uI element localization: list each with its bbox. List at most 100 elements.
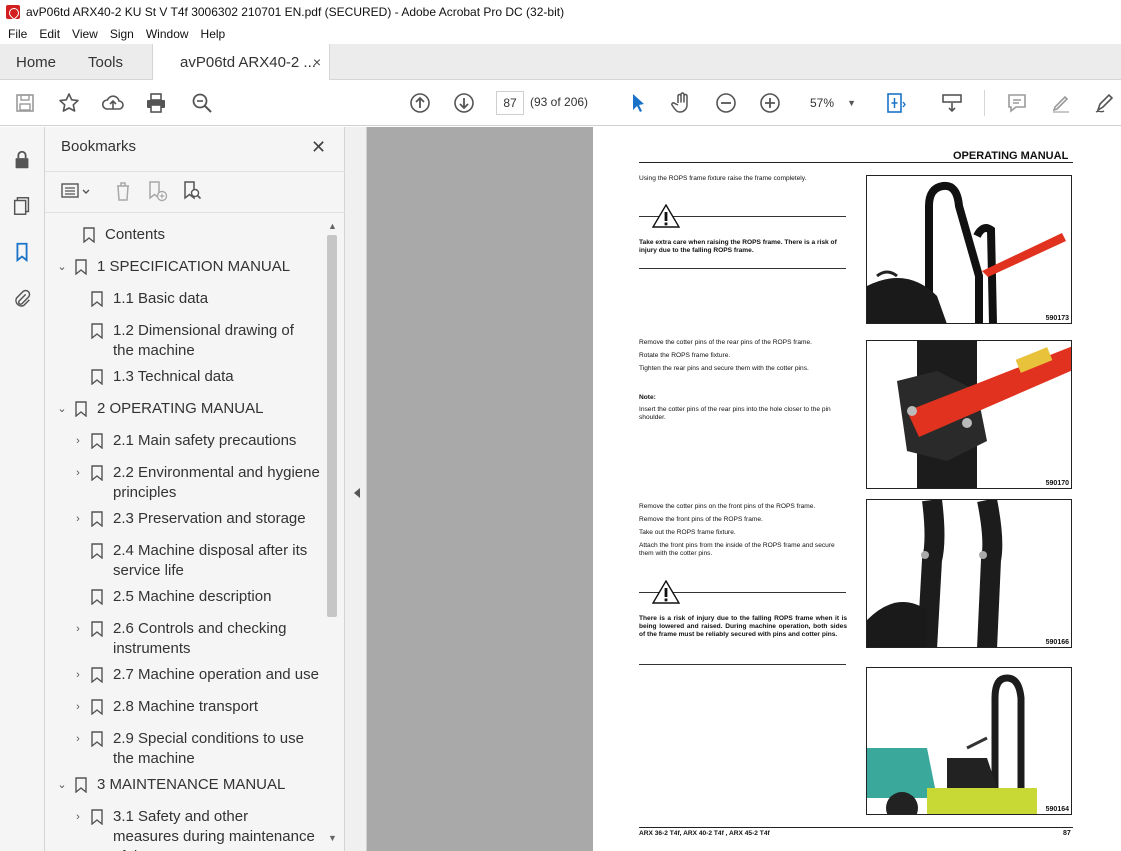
close-icon[interactable]: ✕ xyxy=(311,137,326,158)
bookmark-safety-maintenance[interactable]: › 3.1 Safety and other measures during m… xyxy=(71,807,318,851)
save-icon[interactable] xyxy=(13,91,37,115)
bookmark-contents[interactable]: Contents xyxy=(63,225,315,245)
menu-window[interactable]: Window xyxy=(140,27,195,41)
bookmark-label: 2.7 Machine operation and use xyxy=(113,666,319,683)
tab-tools[interactable]: Tools xyxy=(88,44,123,80)
scroll-down-icon[interactable]: ▼ xyxy=(328,833,337,843)
instruction-text: Take out the ROPS frame fixture. xyxy=(639,529,736,536)
bookmarks-panel: Bookmarks ✕ Contents ⌄ 1 SPECIFICATION M… xyxy=(45,127,345,851)
chevron-down-icon: ▼ xyxy=(847,98,856,108)
chevron-down-icon[interactable]: ⌄ xyxy=(55,775,69,795)
chevron-right-icon[interactable]: › xyxy=(71,807,85,827)
upload-cloud-icon[interactable] xyxy=(101,91,125,115)
photo-rear-pins: 590170 xyxy=(866,340,1072,489)
chevron-down-icon[interactable]: ⌄ xyxy=(55,257,69,277)
chevron-right-icon[interactable]: › xyxy=(71,509,85,529)
zoom-in-icon[interactable] xyxy=(758,91,782,115)
bookmark-label: 2.8 Machine transport xyxy=(113,698,259,715)
bookmark-dimensional-drawing[interactable]: 1.2 Dimensional drawing of the machine xyxy=(71,321,308,361)
tab-home[interactable]: Home xyxy=(16,44,56,80)
chevron-down-icon[interactable]: ⌄ xyxy=(55,399,69,419)
delete-bookmark-icon[interactable] xyxy=(112,180,134,202)
chevron-right-icon[interactable]: › xyxy=(71,697,85,717)
pages-icon[interactable] xyxy=(11,195,33,217)
zoom-dropdown[interactable]: 57% ▼ xyxy=(800,91,862,115)
bookmark-icon xyxy=(91,511,103,527)
bookmarks-toolbar xyxy=(45,171,345,213)
select-cursor-icon[interactable] xyxy=(626,91,650,115)
previous-page-icon[interactable] xyxy=(408,91,432,115)
bookmark-basic-data[interactable]: 1.1 Basic data xyxy=(71,289,323,309)
note-title: Note: xyxy=(639,394,656,401)
new-bookmark-icon[interactable] xyxy=(146,180,168,202)
chevron-right-icon[interactable]: › xyxy=(71,665,85,685)
photo-front-pins: 590166 xyxy=(866,499,1072,648)
star-icon[interactable] xyxy=(57,91,81,115)
find-bookmark-icon[interactable] xyxy=(181,180,203,202)
comment-icon[interactable] xyxy=(1005,91,1029,115)
navigation-rail xyxy=(0,127,45,851)
next-page-icon[interactable] xyxy=(452,91,476,115)
bookmark-preservation[interactable]: › 2.3 Preservation and storage xyxy=(71,509,323,529)
menu-help[interactable]: Help xyxy=(195,27,232,41)
bookmark-label: 2.6 Controls and checking instruments xyxy=(113,620,287,657)
menu-edit[interactable]: Edit xyxy=(33,27,66,41)
note-text: Insert the cotter pins of the rear pins … xyxy=(639,406,831,421)
chevron-right-icon[interactable]: › xyxy=(71,431,85,451)
bookmark-technical-data[interactable]: 1.3 Technical data xyxy=(71,367,323,387)
chevron-right-icon[interactable]: › xyxy=(71,619,85,639)
lock-icon[interactable] xyxy=(11,149,33,171)
menu-file[interactable]: File xyxy=(0,27,33,41)
bookmark-machine-description[interactable]: 2.5 Machine description xyxy=(71,587,323,607)
photo-number: 590164 xyxy=(1045,806,1069,813)
bookmark-controls[interactable]: › 2.6 Controls and checking instruments xyxy=(71,619,298,659)
scroll-up-icon[interactable]: ▲ xyxy=(328,221,337,231)
page-footer-models: ARX 36-2 T4f, ARX 40-2 T4f , ARX 45-2 T4… xyxy=(639,830,770,837)
chevron-right-icon[interactable]: › xyxy=(71,729,85,749)
zoom-out-icon[interactable] xyxy=(714,91,738,115)
bookmark-label: 1 SPECIFICATION MANUAL xyxy=(97,258,291,275)
bookmark-icon xyxy=(75,259,87,275)
page-number-input[interactable]: 87 xyxy=(496,91,524,115)
instruction-text: Using the ROPS frame fixture raise the f… xyxy=(639,175,807,182)
tab-document[interactable]: avP06td ARX40-2 ... × xyxy=(152,44,330,80)
collapse-panel-icon[interactable] xyxy=(351,482,363,504)
bookmark-environmental[interactable]: › 2.2 Environmental and hygiene principl… xyxy=(71,463,323,503)
scroll-mode-icon[interactable] xyxy=(940,91,964,115)
bookmark-operating-manual[interactable]: ⌄ 2 OPERATING MANUAL xyxy=(55,399,307,419)
bookmark-disposal[interactable]: 2.4 Machine disposal after its service l… xyxy=(71,541,313,581)
bookmark-icon xyxy=(91,465,103,481)
bookmark-icon xyxy=(83,227,95,243)
instruction-text: Remove the front pins of the ROPS frame. xyxy=(639,516,763,523)
tab-close-icon[interactable]: × xyxy=(313,54,321,70)
instruction-text: Tighten the rear pins and secure them wi… xyxy=(639,365,809,372)
menu-view[interactable]: View xyxy=(66,27,104,41)
sign-pen-icon[interactable] xyxy=(1093,91,1117,115)
bookmarks-scrollbar[interactable]: ▲ ▼ xyxy=(325,219,339,851)
bookmark-transport[interactable]: › 2.8 Machine transport xyxy=(71,697,323,717)
tab-bar: Home Tools avP06td ARX40-2 ... × xyxy=(0,44,1121,80)
menu-sign[interactable]: Sign xyxy=(104,27,140,41)
bookmark-operation[interactable]: › 2.7 Machine operation and use xyxy=(71,665,323,685)
hand-tool-icon[interactable] xyxy=(670,91,694,115)
bookmark-icon xyxy=(91,731,103,747)
tab-document-label: avP06td ARX40-2 ... xyxy=(180,53,316,71)
bookmarks-title: Bookmarks xyxy=(61,138,137,155)
scroll-thumb[interactable] xyxy=(327,235,337,617)
bookmark-options-icon[interactable] xyxy=(61,180,91,202)
attachment-icon[interactable] xyxy=(11,288,33,310)
highlight-pen-icon[interactable] xyxy=(1049,91,1073,115)
warning-triangle-icon xyxy=(652,580,680,604)
chevron-right-icon[interactable]: › xyxy=(71,463,85,483)
bookmark-panel-icon[interactable] xyxy=(11,241,33,263)
machine-photo-image xyxy=(867,341,1071,488)
machine-photo-image xyxy=(867,674,1037,814)
zoom-search-icon[interactable] xyxy=(190,91,214,115)
bookmark-label: 2.2 Environmental and hygiene principles xyxy=(113,464,320,501)
bookmark-special-conditions[interactable]: › 2.9 Special conditions to use the mach… xyxy=(71,729,308,769)
bookmark-main-safety[interactable]: › 2.1 Main safety precautions xyxy=(71,431,323,451)
print-icon[interactable] xyxy=(144,91,168,115)
bookmark-specification-manual[interactable]: ⌄ 1 SPECIFICATION MANUAL xyxy=(55,257,307,277)
bookmark-maintenance-manual[interactable]: ⌄ 3 MAINTENANCE MANUAL xyxy=(55,775,307,795)
fit-page-icon[interactable] xyxy=(884,91,908,115)
